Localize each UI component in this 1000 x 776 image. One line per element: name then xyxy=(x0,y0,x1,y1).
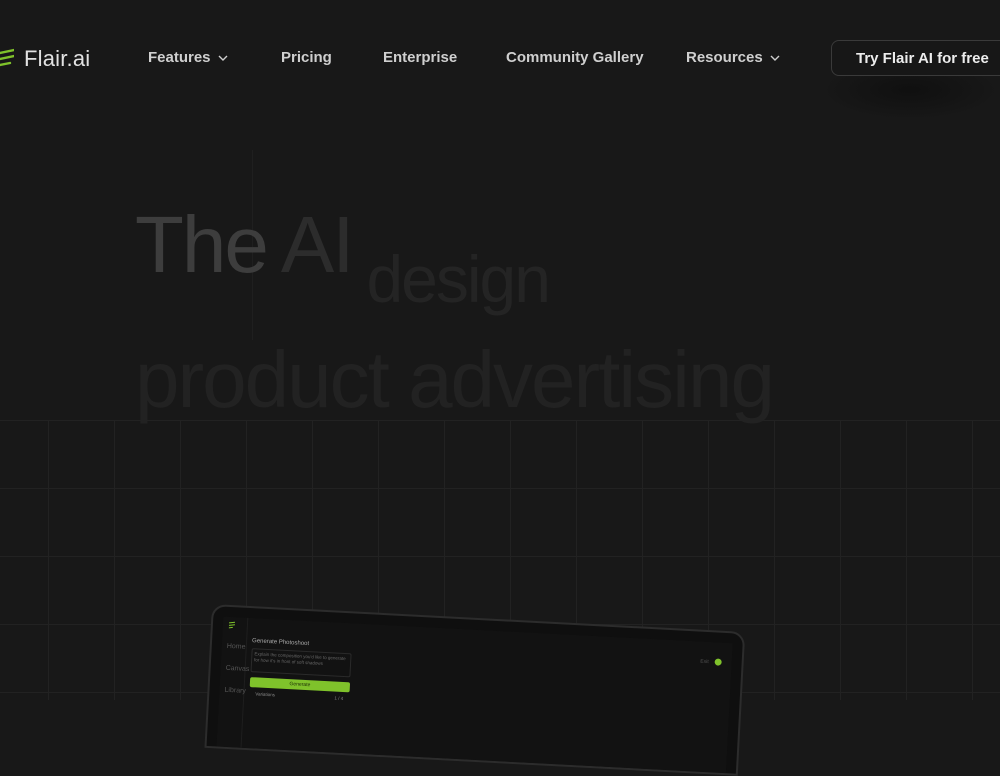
hero-word: design xyxy=(366,242,550,316)
panel-title: Generate Photoshoot xyxy=(251,638,310,648)
brand-name: Flair.ai xyxy=(24,46,91,71)
nav-pricing-label: Pricing xyxy=(281,49,332,66)
nav-features[interactable]: Features xyxy=(148,49,229,66)
nav-enterprise[interactable]: Enterprise xyxy=(383,49,457,66)
sidebar-library-label[interactable]: Library xyxy=(224,687,246,695)
generate-button[interactable]: Generate xyxy=(249,677,351,693)
hero-word: AI xyxy=(280,200,355,289)
sidebar-canvas-label[interactable]: Canvas xyxy=(225,665,249,673)
nav-resources-label: Resources xyxy=(686,49,763,66)
app-top-right: Exit xyxy=(700,658,722,666)
laptop-preview: Home Canvas Library Generate Photoshoot … xyxy=(204,604,746,776)
hero-word: The xyxy=(135,200,269,289)
nav-pricing[interactable]: Pricing xyxy=(281,49,332,66)
nav-resources[interactable]: Resources xyxy=(686,49,781,66)
hero-headline-line2: product advertising xyxy=(135,335,775,424)
try-free-button[interactable]: Try Flair AI for free xyxy=(831,40,1000,76)
exit-label[interactable]: Exit xyxy=(700,658,709,664)
app-screen: Home Canvas Library Generate Photoshoot … xyxy=(216,616,733,774)
top-navigation: Flair.ai Features Pricing Enterprise Com… xyxy=(0,0,1000,120)
flair-logo-icon xyxy=(228,621,236,629)
variations-label: Variations xyxy=(255,691,276,698)
variations-value[interactable]: 1 / 4 xyxy=(334,696,343,701)
nav-community-gallery-label: Community Gallery xyxy=(506,49,644,66)
chevron-down-icon xyxy=(770,55,780,61)
flair-logo-icon xyxy=(0,48,14,67)
prompt-input[interactable]: Explain the composition you'd like to ge… xyxy=(250,648,352,678)
nav-features-label: Features xyxy=(148,49,211,66)
brand-logo[interactable]: Flair.ai xyxy=(0,44,90,74)
nav-enterprise-label: Enterprise xyxy=(383,49,458,66)
generate-panel: Generate Photoshoot Explain the composit… xyxy=(243,632,357,753)
sidebar-home-label[interactable]: Home xyxy=(227,643,246,651)
hero-headline-line1: The AI design xyxy=(135,205,551,313)
user-avatar[interactable] xyxy=(714,658,722,666)
nav-community-gallery[interactable]: Community Gallery xyxy=(506,49,644,66)
chevron-down-icon xyxy=(218,55,228,61)
